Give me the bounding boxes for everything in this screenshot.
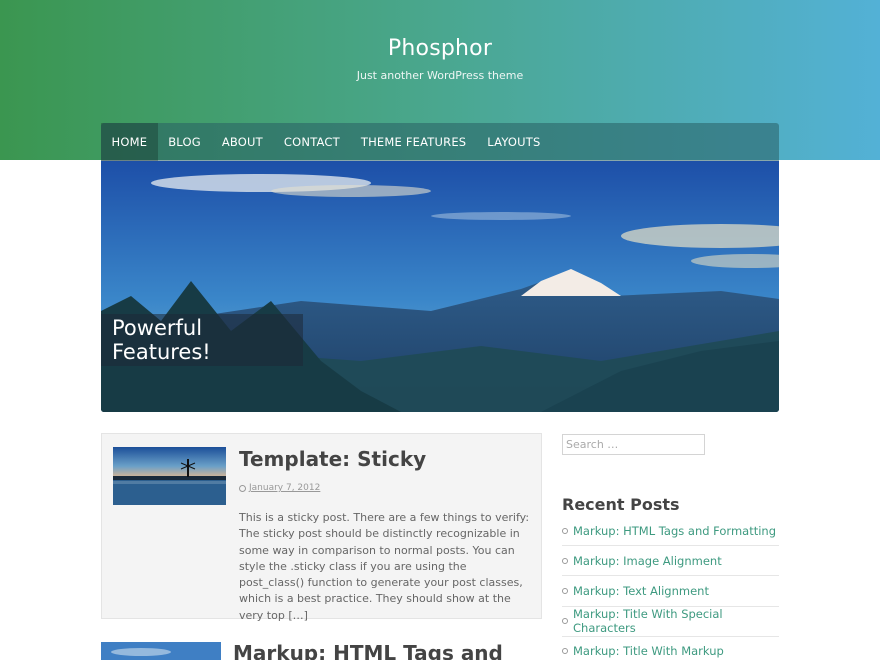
recent-posts-list: Markup: HTML Tags and Formatting Markup:… <box>562 516 779 660</box>
post-html-tags: Markup: HTML Tags and <box>101 641 542 660</box>
recent-post-link[interactable]: Markup: Image Alignment <box>573 554 722 568</box>
list-item[interactable]: Markup: Image Alignment <box>562 546 779 577</box>
list-item[interactable]: Markup: Text Alignment <box>562 576 779 607</box>
windmill-lake-thumbnail-icon[interactable] <box>113 447 226 505</box>
search-input[interactable] <box>562 434 705 455</box>
recent-post-link[interactable]: Markup: Title With Special Characters <box>573 607 779 635</box>
recent-post-link[interactable]: Markup: Title With Markup <box>573 644 724 658</box>
post-sticky: Template: Sticky January 7, 2012 This is… <box>101 433 542 622</box>
nav-item-home[interactable]: HOME <box>101 123 158 161</box>
post-date: January 7, 2012 <box>239 483 320 493</box>
hero-slider[interactable]: Powerful Features! <box>101 161 779 412</box>
main-navigation: HOME BLOG ABOUT CONTACT THEME FEATURES L… <box>101 123 779 161</box>
recent-post-link[interactable]: Markup: Text Alignment <box>573 584 709 598</box>
list-item[interactable]: Markup: HTML Tags and Formatting <box>562 516 779 547</box>
clock-icon <box>239 484 246 492</box>
post-title[interactable]: Template: Sticky <box>239 447 426 471</box>
nav-item-contact[interactable]: CONTACT <box>273 123 350 161</box>
hero-caption[interactable]: Powerful Features! <box>101 314 303 366</box>
post-date-link[interactable]: January 7, 2012 <box>249 483 320 493</box>
hero-mountain-image <box>101 161 779 412</box>
circle-bullet-icon <box>562 557 568 564</box>
list-item[interactable]: Markup: Title With Special Characters <box>562 607 779 637</box>
recent-posts-title: Recent Posts <box>562 495 680 514</box>
site-title[interactable]: Phosphor <box>0 36 880 61</box>
post-excerpt: This is a sticky post. There are a few t… <box>239 511 530 622</box>
nav-item-theme-features[interactable]: THEME FEATURES <box>350 123 476 161</box>
nav-item-blog[interactable]: BLOG <box>158 123 212 161</box>
site-description: Just another WordPress theme <box>356 69 524 82</box>
nav-item-layouts[interactable]: LAYOUTS <box>477 123 551 161</box>
circle-bullet-icon <box>562 587 568 594</box>
post-title[interactable]: Markup: HTML Tags and <box>233 641 503 660</box>
circle-bullet-icon <box>562 648 568 655</box>
nav-item-about[interactable]: ABOUT <box>211 123 273 161</box>
circle-bullet-icon <box>562 527 568 534</box>
recent-post-link[interactable]: Markup: HTML Tags and Formatting <box>573 524 776 538</box>
list-item[interactable]: Markup: Title With Markup <box>562 637 779 660</box>
circle-bullet-icon <box>562 618 568 625</box>
sky-thumbnail-icon[interactable] <box>101 642 221 660</box>
